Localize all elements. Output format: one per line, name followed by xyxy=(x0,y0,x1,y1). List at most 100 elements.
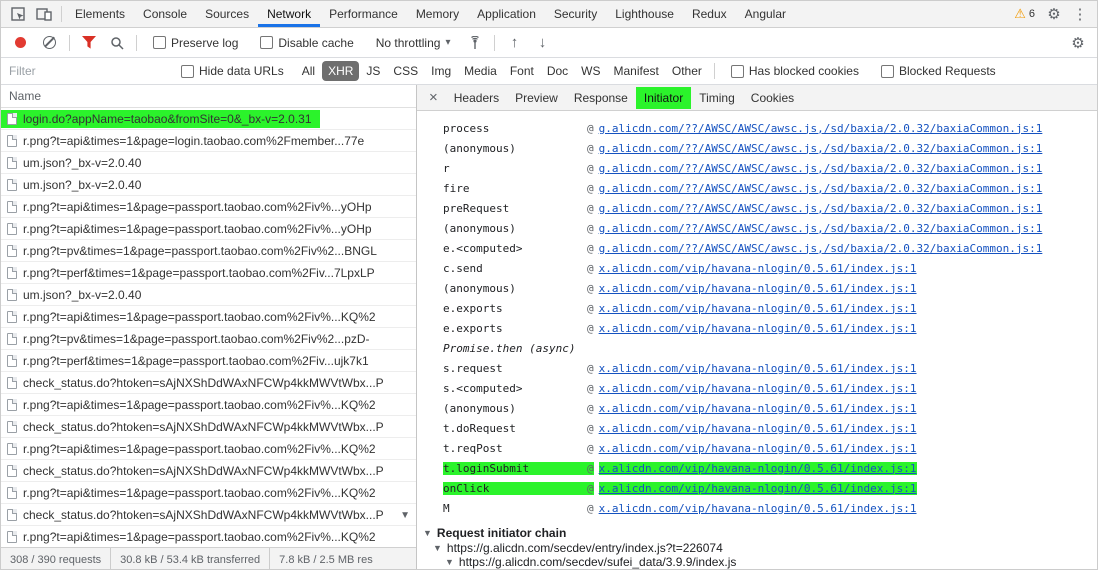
frame-source-link[interactable]: x.alicdn.com/vip/havana-nlogin/0.5.61/in… xyxy=(599,322,917,335)
search-icon[interactable] xyxy=(104,31,130,55)
blocked-requests-checkbox-input[interactable] xyxy=(880,64,894,78)
name-column-header[interactable]: Name xyxy=(1,85,416,108)
frame-source-link[interactable]: x.alicdn.com/vip/havana-nlogin/0.5.61/in… xyxy=(599,262,917,275)
frame-source-link[interactable]: x.alicdn.com/vip/havana-nlogin/0.5.61/in… xyxy=(598,461,917,475)
network-conditions-icon[interactable] xyxy=(462,31,488,55)
filter-type-all[interactable]: All xyxy=(296,61,321,81)
filter-type-other[interactable]: Other xyxy=(666,61,708,81)
tab-angular[interactable]: Angular xyxy=(736,1,795,27)
disable-cache-checkbox[interactable]: Disable cache xyxy=(260,36,354,50)
request-row[interactable]: check_status.do?htoken=sAjNXShDdWAxNFCWp… xyxy=(1,416,416,438)
import-har-icon[interactable]: ↓ xyxy=(529,31,555,55)
filter-input[interactable] xyxy=(9,61,169,81)
throttling-dropdown[interactable]: No throttling ▾ xyxy=(376,36,451,50)
document-icon xyxy=(7,134,17,147)
request-row[interactable]: r.png?t=api&times=1&page=passport.taobao… xyxy=(1,306,416,328)
frame-source-link[interactable]: x.alicdn.com/vip/havana-nlogin/0.5.61/in… xyxy=(599,402,917,415)
preserve-log-checkbox[interactable]: Preserve log xyxy=(153,36,238,50)
hide-data-urls-checkbox[interactable]: Hide data URLs xyxy=(181,64,284,78)
initiator-chain-item[interactable]: ▼ https://g.alicdn.com/secdev/sufei_data/… xyxy=(423,555,1097,569)
filter-type-xhr[interactable]: XHR xyxy=(322,61,360,81)
preserve-log-checkbox-input[interactable] xyxy=(153,36,166,49)
request-row[interactable]: r.png?t=perf&times=1&page=passport.taoba… xyxy=(1,350,416,372)
request-row[interactable]: login.do?appName=taobao&fromSite=0&_bx-v… xyxy=(1,108,416,130)
tab-redux[interactable]: Redux xyxy=(683,1,736,27)
request-row[interactable]: r.png?t=api&times=1&page=passport.taobao… xyxy=(1,482,416,504)
tab-security[interactable]: Security xyxy=(545,1,606,27)
filter-type-js[interactable]: JS xyxy=(360,61,386,81)
frame-source-link[interactable]: g.alicdn.com/??/AWSC/AWSC/awsc.js,/sd/ba… xyxy=(599,222,1043,235)
settings-gear-icon[interactable]: ⚙ xyxy=(1041,2,1067,26)
request-row[interactable]: um.json?_bx-v=2.0.40 xyxy=(1,174,416,196)
request-row[interactable]: um.json?_bx-v=2.0.40 xyxy=(1,284,416,306)
tab-performance[interactable]: Performance xyxy=(320,1,407,27)
tab-elements[interactable]: Elements xyxy=(66,1,134,27)
tab-headers[interactable]: Headers xyxy=(446,87,507,109)
disable-cache-checkbox-input[interactable] xyxy=(260,36,274,49)
frame-source-link[interactable]: g.alicdn.com/??/AWSC/AWSC/awsc.js,/sd/ba… xyxy=(599,242,1043,255)
filter-type-img[interactable]: Img xyxy=(425,61,457,81)
request-row[interactable]: check_status.do?htoken=sAjNXShDdWAxNFCWp… xyxy=(1,460,416,482)
request-row[interactable]: r.png?t=perf&times=1&page=passport.taoba… xyxy=(1,262,416,284)
blocked-requests-checkbox[interactable]: Blocked Requests xyxy=(880,64,996,78)
filter-bar: Hide data URLs AllXHRJSCSSImgMediaFontDo… xyxy=(1,58,1097,85)
kebab-menu-icon[interactable]: ⋮ xyxy=(1067,2,1093,26)
filter-type-font[interactable]: Font xyxy=(504,61,540,81)
inspect-element-icon[interactable] xyxy=(5,2,31,26)
export-har-icon[interactable]: ↑ xyxy=(501,31,527,55)
frame-source-link[interactable]: g.alicdn.com/??/AWSC/AWSC/awsc.js,/sd/ba… xyxy=(599,122,1043,135)
hide-data-urls-checkbox-input[interactable] xyxy=(181,64,194,78)
request-row[interactable]: r.png?t=pv&times=1&page=passport.taobao.… xyxy=(1,328,416,350)
request-row[interactable]: r.png?t=api&times=1&page=login.taobao.co… xyxy=(1,130,416,152)
frame-source-link[interactable]: x.alicdn.com/vip/havana-nlogin/0.5.61/in… xyxy=(599,382,917,395)
tab-console[interactable]: Console xyxy=(134,1,196,27)
frame-source-link[interactable]: x.alicdn.com/vip/havana-nlogin/0.5.61/in… xyxy=(599,282,917,295)
has-blocked-cookies-checkbox[interactable]: Has blocked cookies xyxy=(730,64,859,78)
clear-icon[interactable] xyxy=(43,36,56,49)
tab-network[interactable]: Network xyxy=(258,1,321,27)
record-button[interactable] xyxy=(15,37,26,48)
filter-type-media[interactable]: Media xyxy=(458,61,503,81)
tab-lighthouse[interactable]: Lighthouse xyxy=(606,1,683,27)
request-row[interactable]: check_status.do?htoken=sAjNXShDdWAxNFCWp… xyxy=(1,372,416,394)
tab-memory[interactable]: Memory xyxy=(407,1,468,27)
filter-type-manifest[interactable]: Manifest xyxy=(608,61,665,81)
filter-funnel-icon[interactable] xyxy=(76,31,102,55)
initiator-chain-title[interactable]: ▼ Request initiator chain xyxy=(423,524,1097,541)
has-blocked-cookies-checkbox-input[interactable] xyxy=(730,64,744,78)
filter-type-css[interactable]: CSS xyxy=(387,61,424,81)
frame-source-link[interactable]: x.alicdn.com/vip/havana-nlogin/0.5.61/in… xyxy=(599,302,917,315)
frame-source-link[interactable]: x.alicdn.com/vip/havana-nlogin/0.5.61/in… xyxy=(599,442,917,455)
request-row[interactable]: r.png?t=pv&times=1&page=passport.taobao.… xyxy=(1,240,416,262)
scroll-down-icon[interactable]: ▼ xyxy=(400,510,410,521)
frame-source-link[interactable]: x.alicdn.com/vip/havana-nlogin/0.5.61/in… xyxy=(599,362,917,375)
request-row[interactable]: r.png?t=api&times=1&page=passport.taobao… xyxy=(1,394,416,416)
frame-source-link[interactable]: g.alicdn.com/??/AWSC/AWSC/awsc.js,/sd/ba… xyxy=(599,162,1043,175)
frame-source-link[interactable]: x.alicdn.com/vip/havana-nlogin/0.5.61/in… xyxy=(599,422,917,435)
network-settings-gear-icon[interactable]: ⚙ xyxy=(1065,31,1091,55)
filter-type-doc[interactable]: Doc xyxy=(541,61,574,81)
device-toolbar-icon[interactable] xyxy=(31,2,57,26)
frame-source-link[interactable]: g.alicdn.com/??/AWSC/AWSC/awsc.js,/sd/ba… xyxy=(599,182,1043,195)
close-icon[interactable]: × xyxy=(421,89,446,106)
frame-source-link[interactable]: g.alicdn.com/??/AWSC/AWSC/awsc.js,/sd/ba… xyxy=(599,202,1043,215)
tab-timing[interactable]: Timing xyxy=(691,87,743,109)
tab-cookies[interactable]: Cookies xyxy=(743,87,802,109)
frame-source-link[interactable]: g.alicdn.com/??/AWSC/AWSC/awsc.js,/sd/ba… xyxy=(599,142,1043,155)
frame-source-link[interactable]: x.alicdn.com/vip/havana-nlogin/0.5.61/in… xyxy=(598,481,917,495)
request-row[interactable]: r.png?t=api&times=1&page=passport.taobao… xyxy=(1,438,416,460)
request-row[interactable]: um.json?_bx-v=2.0.40 xyxy=(1,152,416,174)
initiator-chain-item[interactable]: ▼ https://g.alicdn.com/secdev/entry/index… xyxy=(423,541,1097,555)
tab-response[interactable]: Response xyxy=(566,87,636,109)
tab-initiator[interactable]: Initiator xyxy=(635,86,692,109)
request-row[interactable]: r.png?t=api&times=1&page=passport.taobao… xyxy=(1,196,416,218)
tab-application[interactable]: Application xyxy=(468,1,545,27)
frame-source-link[interactable]: x.alicdn.com/vip/havana-nlogin/0.5.61/in… xyxy=(599,502,917,515)
tab-preview[interactable]: Preview xyxy=(507,87,566,109)
request-row[interactable]: r.png?t=api&times=1&page=passport.taobao… xyxy=(1,526,416,547)
request-row[interactable]: check_status.do?htoken=sAjNXShDdWAxNFCWp… xyxy=(1,504,416,526)
filter-type-ws[interactable]: WS xyxy=(575,61,606,81)
warning-badge[interactable]: ⚠ 6 xyxy=(1014,6,1035,22)
request-row[interactable]: r.png?t=api&times=1&page=passport.taobao… xyxy=(1,218,416,240)
tab-sources[interactable]: Sources xyxy=(196,1,258,27)
